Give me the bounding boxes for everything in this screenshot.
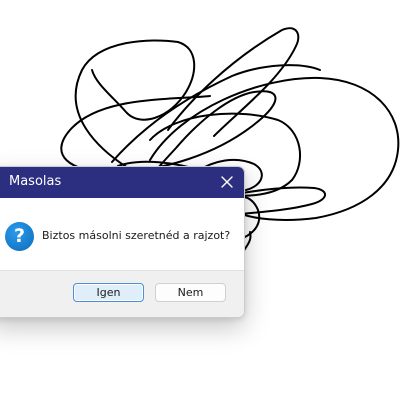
dialog-body: ? Biztos másolni szeretnéd a rajzot? — [0, 198, 244, 272]
dialog-titlebar[interactable]: Masolas — [0, 167, 244, 198]
question-icon: ? — [5, 222, 34, 251]
close-button[interactable] — [210, 167, 244, 198]
dialog-title: Masolas — [9, 174, 62, 189]
question-glyph: ? — [13, 225, 26, 247]
dialog-button-bar: Igen Nem — [0, 270, 244, 317]
scribble-right-trail — [235, 186, 326, 215]
no-button[interactable]: Nem — [155, 283, 226, 302]
dialog-message: Biztos másolni szeretnéd a rajzot? — [42, 229, 231, 242]
confirm-copy-dialog: Masolas ? Biztos másolni szeretnéd a raj… — [0, 166, 245, 318]
yes-button[interactable]: Igen — [73, 283, 144, 302]
close-icon — [221, 176, 233, 188]
